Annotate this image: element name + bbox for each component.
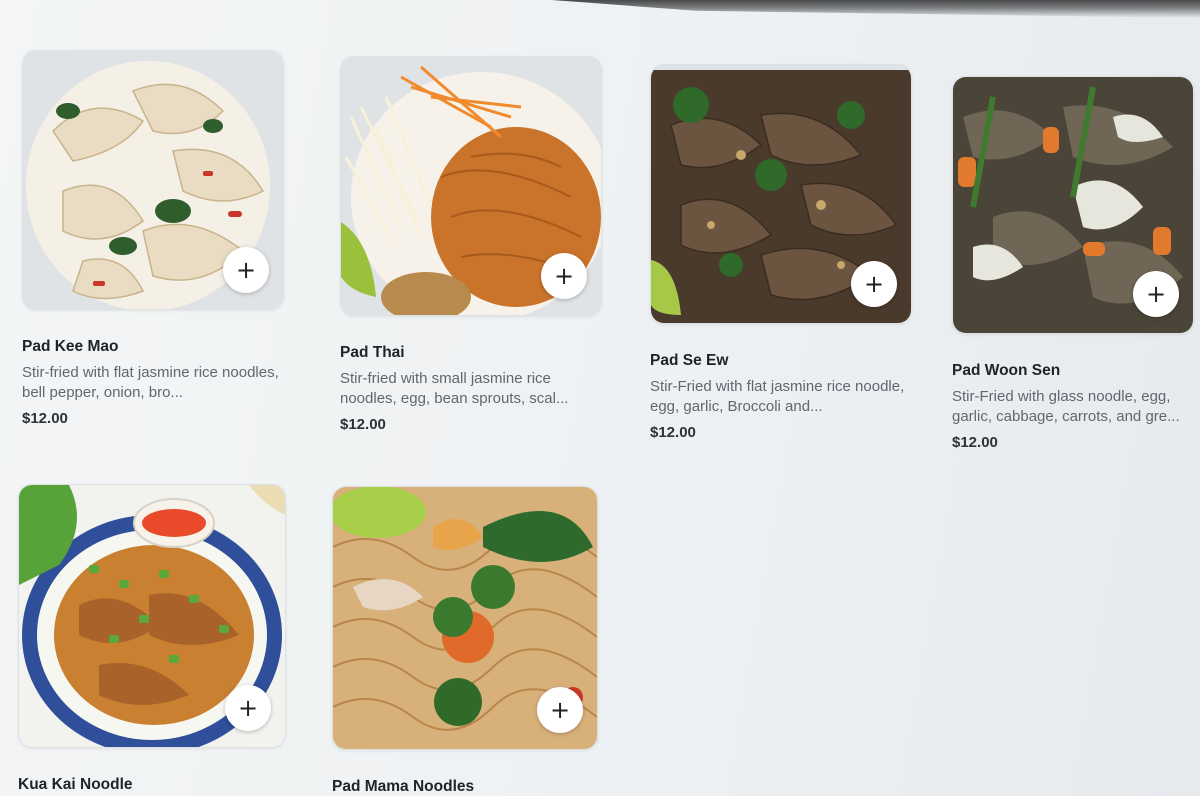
plus-icon: +	[237, 694, 259, 722]
menu-item-pad-kee-mao[interactable]: + Pad Kee Mao Stir-fried with flat jasmi…	[22, 50, 292, 427]
dish-name: Pad Thai	[340, 344, 405, 361]
dish-name: Pad Mama Noodles	[332, 778, 475, 795]
dish-description: Stir-fried with flat jasmine rice noodle…	[22, 364, 279, 401]
dish-photo[interactable]: +	[22, 50, 284, 310]
dish-photo[interactable]: +	[952, 76, 1194, 334]
dish-price: $12.00	[650, 424, 696, 441]
add-to-cart-button[interactable]: +	[225, 685, 271, 731]
dish-price: $12.00	[340, 416, 386, 433]
add-to-cart-button[interactable]: +	[223, 247, 269, 293]
menu-grid: + Pad Kee Mao Stir-fried with flat jasmi…	[0, 0, 1200, 796]
plus-icon: +	[1145, 280, 1167, 308]
dish-name: Kua Kai Noodle	[18, 776, 133, 793]
add-to-cart-button[interactable]: +	[1133, 271, 1179, 317]
add-to-cart-button[interactable]: +	[537, 687, 583, 733]
menu-item-pad-thai[interactable]: + Pad Thai Stir-fried with small jasmine…	[340, 56, 610, 433]
menu-item-pad-se-ew[interactable]: + Pad Se Ew Stir-Fried with flat jasmine…	[650, 64, 920, 441]
plus-icon: +	[549, 696, 571, 724]
add-to-cart-button[interactable]: +	[851, 261, 897, 307]
plus-icon: +	[235, 256, 257, 284]
dish-name: Pad Woon Sen	[952, 362, 1061, 379]
dish-price: $12.00	[22, 410, 68, 427]
add-to-cart-button[interactable]: +	[541, 253, 587, 299]
dish-photo[interactable]: +	[340, 56, 602, 316]
dish-name: Pad Se Ew	[650, 352, 729, 369]
dish-description: Stir-Fried with flat jasmine rice noodle…	[650, 378, 905, 415]
dish-photo[interactable]: +	[18, 484, 286, 748]
menu-item-kua-kai-noodle[interactable]: + Kua Kai Noodle	[18, 484, 288, 794]
plus-icon: +	[863, 270, 885, 298]
plus-icon: +	[553, 262, 575, 290]
menu-item-pad-woon-sen[interactable]: + Pad Woon Sen Stir-Fried with glass noo…	[952, 76, 1200, 451]
dish-price: $12.00	[952, 434, 998, 451]
dish-description: Stir-fried with small jasmine rice noodl…	[340, 370, 569, 407]
dish-description: Stir-Fried with glass noodle, egg, garli…	[952, 388, 1180, 425]
dish-name: Pad Kee Mao	[22, 338, 119, 355]
menu-item-pad-mama-noodles[interactable]: + Pad Mama Noodles	[332, 486, 602, 796]
dish-photo[interactable]: +	[332, 486, 598, 750]
dish-photo[interactable]: +	[650, 64, 912, 324]
